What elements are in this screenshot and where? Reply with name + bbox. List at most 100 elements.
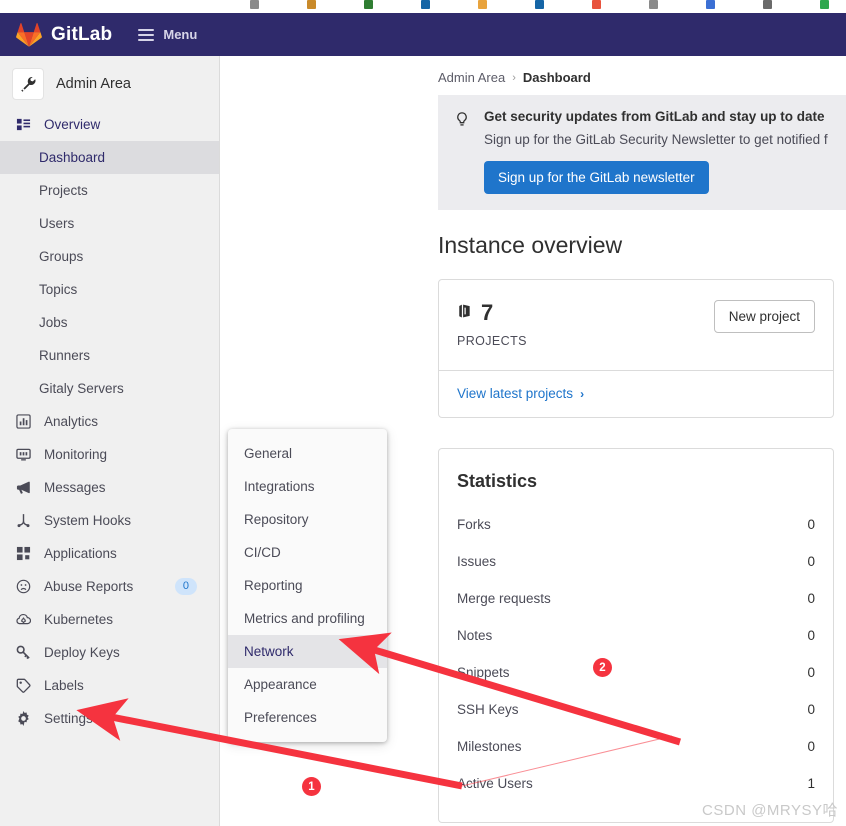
sidebar-item-label: Settings: [44, 711, 93, 726]
projects-count: 7: [481, 300, 494, 325]
sidebar-item-users[interactable]: Users: [0, 207, 219, 240]
statistics-row-value: 0: [807, 739, 815, 754]
flyout-item-general[interactable]: General: [228, 437, 387, 470]
label-icon: [14, 677, 32, 695]
sidebar-item-label: Projects: [39, 183, 88, 198]
sidebar-item-overview[interactable]: Overview: [0, 108, 219, 141]
page-title: Instance overview: [438, 232, 623, 258]
lightbulb-icon: [454, 109, 472, 194]
sidebar-item-settings[interactable]: Settings: [0, 702, 219, 735]
sidebar-item-analytics[interactable]: Analytics: [0, 405, 219, 438]
sidebar-item-label: Monitoring: [44, 447, 108, 462]
bookmark-icon[interactable]: [763, 0, 772, 9]
sidebar-item-label: Users: [39, 216, 75, 231]
sidebar-item-groups[interactable]: Groups: [0, 240, 219, 273]
applications-icon: [14, 545, 32, 563]
statistics-row-label: Merge requests: [457, 591, 551, 606]
statistics-heading: Statistics: [457, 471, 538, 491]
statistics-row: SSH Keys 0: [457, 691, 815, 728]
sidebar-item-label: Gitaly Servers: [39, 381, 124, 396]
overview-icon: [14, 116, 32, 134]
project-icon: [457, 303, 472, 324]
statistics-row-value: 1: [807, 776, 815, 791]
flyout-item-metrics-and-profiling[interactable]: Metrics and profiling: [228, 602, 387, 635]
projects-overview-card: 7 PROJECTS New project View latest proje…: [438, 279, 834, 418]
abuse-icon: [14, 578, 32, 596]
sidebar-item-label: Topics: [39, 282, 78, 297]
breadcrumb-root[interactable]: Admin Area: [438, 70, 505, 85]
statistics-row-value: 0: [807, 702, 815, 717]
sidebar-item-topics[interactable]: Topics: [0, 273, 219, 306]
sidebar-item-badge: 0: [174, 578, 197, 595]
new-project-button[interactable]: New project: [713, 300, 815, 333]
sidebar-item-label: Abuse Reports: [44, 579, 134, 594]
sidebar-item-label: System Hooks: [44, 513, 132, 528]
sidebar-item-messages[interactable]: Messages: [0, 471, 219, 504]
sidebar-item-runners[interactable]: Runners: [0, 339, 219, 372]
bookmark-icon[interactable]: [478, 0, 487, 9]
flyout-item-preferences[interactable]: Preferences: [228, 701, 387, 734]
flyout-item-integrations[interactable]: Integrations: [228, 470, 387, 503]
sidebar-item-projects[interactable]: Projects: [0, 174, 219, 207]
bookmark-icon[interactable]: [421, 0, 430, 9]
kubernetes-icon: [14, 611, 32, 629]
statistics-card: Statistics Forks 0 Issues 0 Merge requests 0 N…: [438, 448, 834, 823]
statistics-row-value: 0: [807, 665, 815, 680]
hook-icon: [14, 512, 32, 530]
flyout-item-reporting[interactable]: Reporting: [228, 569, 387, 602]
sidebar-context-admin-area[interactable]: Admin Area: [0, 62, 219, 108]
sidebar-item-label: Labels: [44, 678, 84, 693]
sidebar-item-monitoring[interactable]: Monitoring: [0, 438, 219, 471]
bookmark-icon[interactable]: [250, 0, 259, 9]
sidebar-item-kubernetes[interactable]: Kubernetes: [0, 603, 219, 636]
flyout-item-ci-cd[interactable]: CI/CD: [228, 536, 387, 569]
statistics-row-label: Forks: [457, 517, 491, 532]
bookmark-icon[interactable]: [364, 0, 373, 9]
statistics-row: Snippets 0: [457, 654, 815, 691]
sidebar-context-label: Admin Area: [56, 76, 131, 92]
main-menu-button[interactable]: Menu: [138, 27, 197, 42]
bookmark-icon[interactable]: [649, 0, 658, 9]
gear-icon: [14, 710, 32, 728]
sidebar-item-label: Runners: [39, 348, 91, 363]
breadcrumb: Admin Area › Dashboard: [438, 56, 846, 95]
flyout-item-appearance[interactable]: Appearance: [228, 668, 387, 701]
bookmark-icon[interactable]: [820, 0, 829, 9]
sidebar-item-labels[interactable]: Labels: [0, 669, 219, 702]
wrench-icon: [12, 68, 44, 100]
chevron-right-icon: ›: [580, 386, 585, 401]
bookmark-icon[interactable]: [592, 0, 601, 9]
sidebar-item-label: Deploy Keys: [44, 645, 120, 660]
sidebar-item-applications[interactable]: Applications: [0, 537, 219, 570]
statistics-row: Notes 0: [457, 617, 815, 654]
flyout-item-repository[interactable]: Repository: [228, 503, 387, 536]
statistics-row-label: Active Users: [457, 776, 533, 791]
watermark: CSDN @MRYSY哈: [702, 802, 838, 819]
banner-description: Sign up for the GitLab Security Newslett…: [484, 132, 828, 147]
sidebar-item-abuse-reports[interactable]: Abuse Reports 0: [0, 570, 219, 603]
sidebar-item-system-hooks[interactable]: System Hooks: [0, 504, 219, 537]
annotation-marker-1: 1: [302, 777, 321, 796]
security-newsletter-banner: Get security updates from GitLab and sta…: [438, 95, 846, 210]
sidebar-item-deploy-keys[interactable]: Deploy Keys: [0, 636, 219, 669]
sidebar-item-gitaly-servers[interactable]: Gitaly Servers: [0, 372, 219, 405]
gitlab-wordmark: GitLab: [51, 23, 113, 45]
bookmark-icon[interactable]: [307, 0, 316, 9]
view-latest-projects-link[interactable]: View latest projects ›: [457, 386, 584, 401]
statistics-row-label: Notes: [457, 628, 493, 643]
bookmark-icon[interactable]: [706, 0, 715, 9]
browser-bookmarks-strip: [0, 0, 846, 13]
bookmark-icon[interactable]: [535, 0, 544, 9]
monitor-icon: [14, 446, 32, 464]
statistics-row-label: SSH Keys: [457, 702, 519, 717]
sidebar-item-dashboard[interactable]: Dashboard: [0, 141, 219, 174]
admin-sidebar: Admin Area Overview Dashboard Projects User…: [0, 56, 220, 826]
statistics-row-value: 0: [807, 554, 815, 569]
sidebar-item-jobs[interactable]: Jobs: [0, 306, 219, 339]
statistics-row-label: Issues: [457, 554, 497, 569]
newsletter-signup-button[interactable]: Sign up for the GitLab newsletter: [484, 161, 709, 194]
statistics-row-value: 0: [807, 628, 815, 643]
gitlab-logo-icon: [16, 23, 42, 47]
flyout-item-network[interactable]: Network: [228, 635, 387, 668]
sidebar-item-label: Dashboard: [39, 150, 106, 165]
